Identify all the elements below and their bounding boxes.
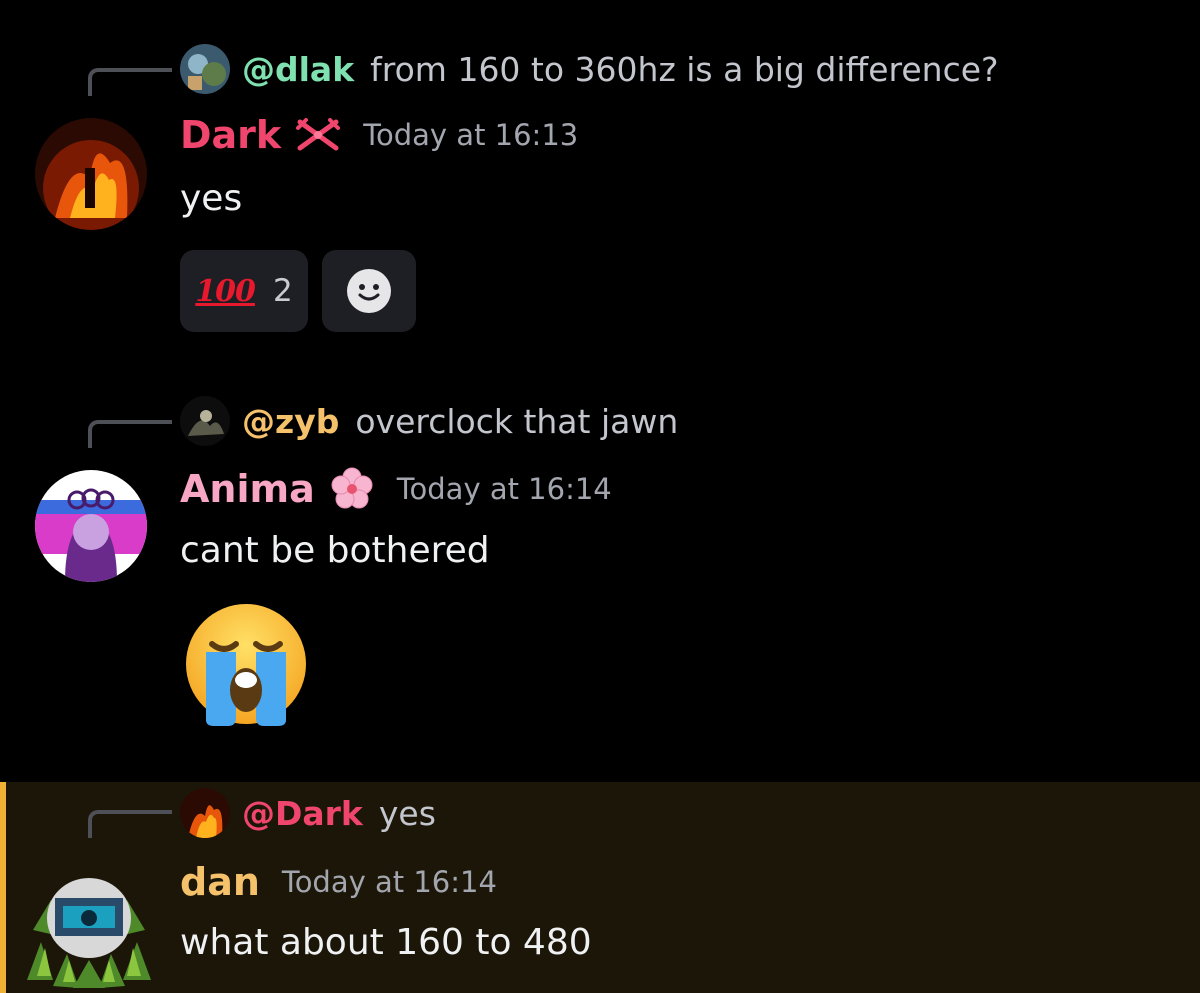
reply-connector bbox=[88, 420, 172, 448]
timestamp[interactable]: Today at 16:13 bbox=[363, 118, 578, 152]
timestamp[interactable]: Today at 16:14 bbox=[282, 865, 497, 899]
message-dark[interactable]: @dlak from 160 to 360hz is a big differe… bbox=[0, 0, 1200, 360]
reply-text[interactable]: from 160 to 360hz is a big difference? bbox=[370, 50, 998, 89]
message-anima[interactable]: @zyb overclock that jawn Anima Today at … bbox=[0, 380, 1200, 780]
username[interactable]: dan bbox=[180, 860, 260, 904]
crossed-swords-icon[interactable] bbox=[295, 115, 341, 155]
timestamp[interactable]: Today at 16:14 bbox=[397, 472, 612, 506]
reply-mention[interactable]: @dlak bbox=[242, 50, 354, 89]
avatar-anima[interactable] bbox=[35, 470, 147, 582]
avatar-dan[interactable] bbox=[23, 860, 155, 992]
message-header: dan Today at 16:14 bbox=[180, 860, 497, 904]
smiley-face-icon bbox=[347, 269, 391, 313]
username[interactable]: Dark bbox=[180, 113, 281, 157]
reply-preview[interactable]: @Dark yes bbox=[180, 788, 436, 838]
hundred-points-emoji: 100 bbox=[195, 273, 256, 309]
add-reaction-button[interactable] bbox=[322, 250, 416, 332]
reply-connector bbox=[88, 68, 172, 96]
message-dan[interactable]: @Dark yes dan Today at 16:14 what about … bbox=[0, 782, 1200, 993]
chat-messages: @dlak from 160 to 360hz is a big differe… bbox=[0, 0, 1200, 993]
reply-mention[interactable]: @zyb bbox=[242, 402, 339, 441]
reply-preview[interactable]: @dlak from 160 to 360hz is a big differe… bbox=[180, 44, 999, 94]
avatar-dark[interactable] bbox=[35, 118, 147, 230]
reaction-count: 2 bbox=[272, 273, 293, 309]
reply-avatar-zyb[interactable] bbox=[180, 396, 230, 446]
message-content: what about 160 to 480 bbox=[180, 922, 592, 963]
reply-preview[interactable]: @zyb overclock that jawn bbox=[180, 396, 678, 446]
reply-avatar-dlak[interactable] bbox=[180, 44, 230, 94]
reaction-100[interactable]: 100 2 bbox=[180, 250, 308, 332]
reply-text[interactable]: yes bbox=[379, 794, 436, 833]
loudly-crying-face-emoji bbox=[182, 600, 310, 728]
reactions: 100 2 bbox=[180, 250, 416, 332]
cherry-blossom-icon[interactable] bbox=[329, 467, 375, 509]
reply-connector bbox=[88, 810, 172, 838]
mention-highlight-bar bbox=[0, 782, 6, 993]
username[interactable]: Anima bbox=[180, 467, 315, 511]
reply-avatar-dark[interactable] bbox=[180, 788, 230, 838]
message-content: cant be bothered bbox=[180, 530, 490, 571]
reply-text[interactable]: overclock that jawn bbox=[355, 402, 678, 441]
message-content: yes bbox=[180, 178, 243, 219]
message-header: Dark Today at 16:13 bbox=[180, 113, 578, 157]
message-header: Anima Today at 16:14 bbox=[180, 467, 612, 511]
reply-mention[interactable]: @Dark bbox=[242, 794, 363, 833]
